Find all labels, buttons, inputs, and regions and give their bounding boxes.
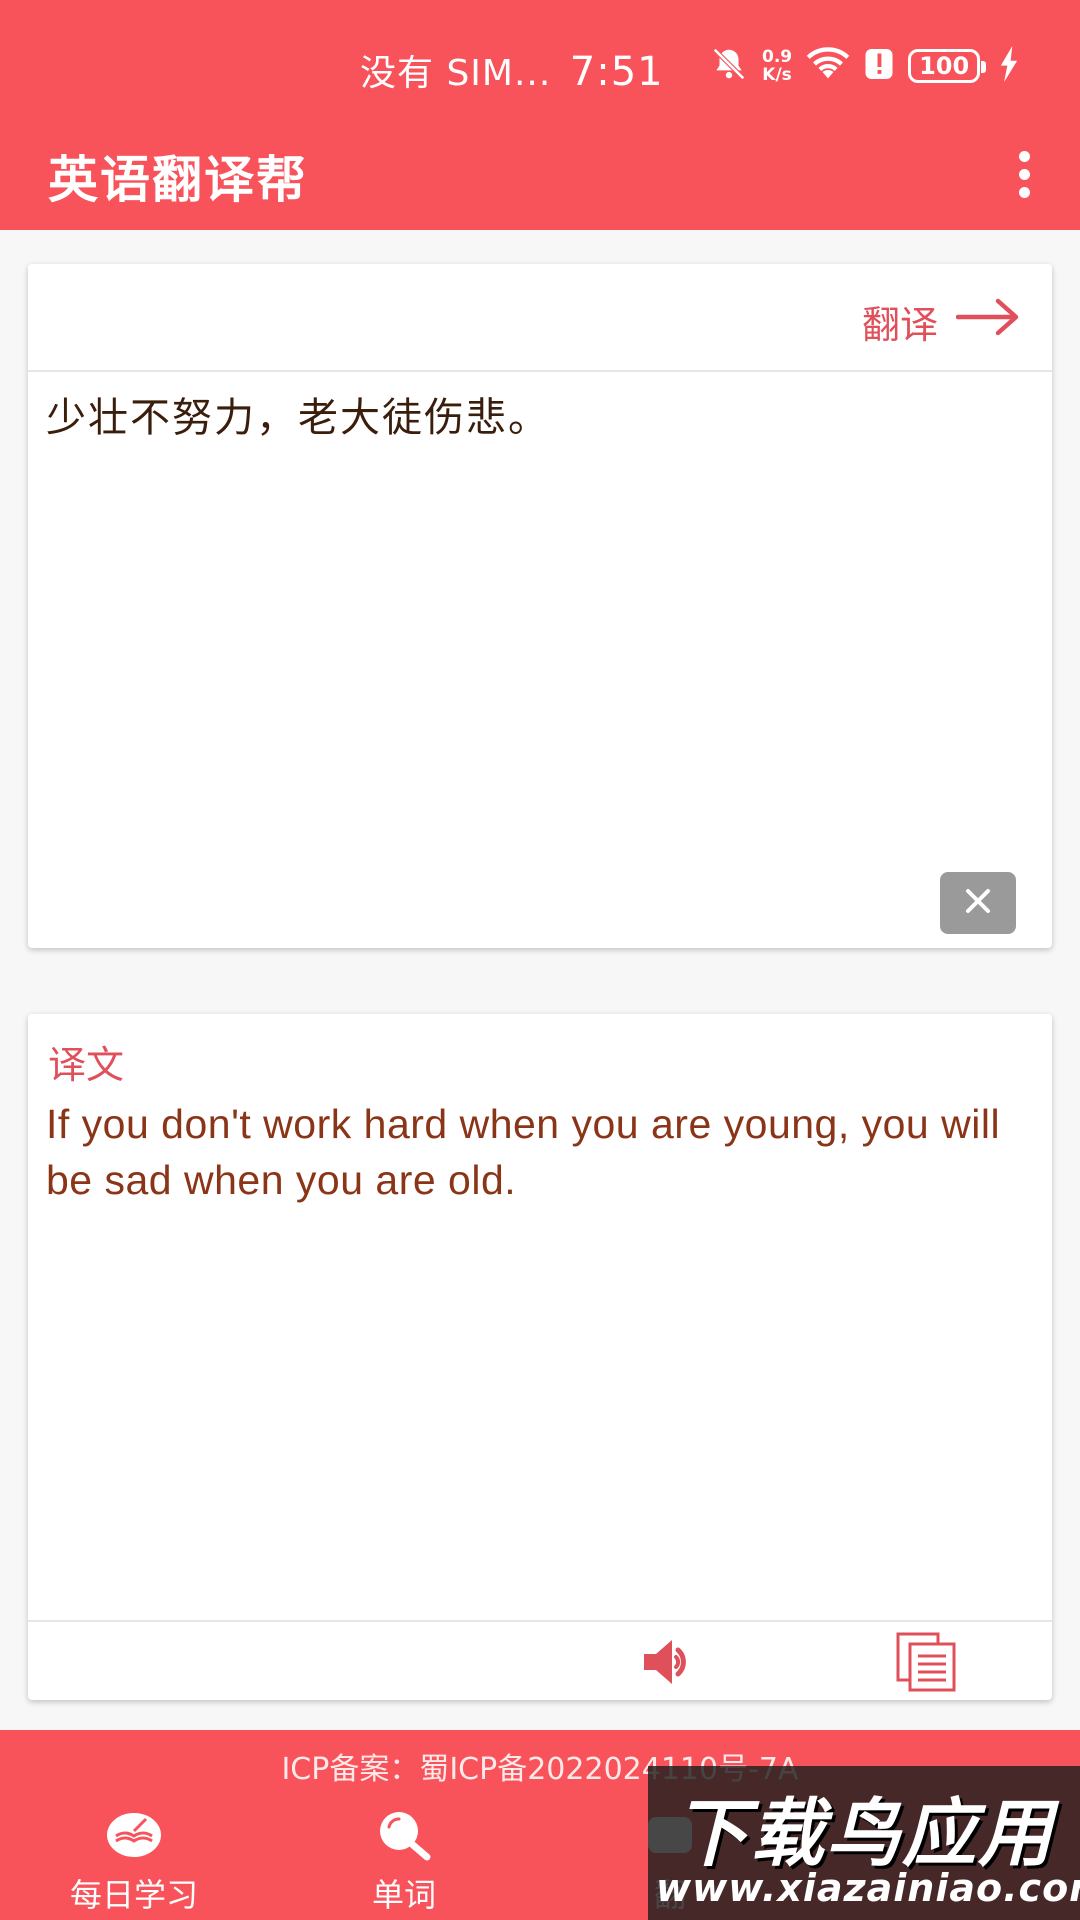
- carrier-time: 没有 SIM... 7:51: [360, 44, 664, 96]
- net-speed: 0.9 K/s: [762, 48, 792, 84]
- copy-icon[interactable]: [894, 1630, 960, 1694]
- battery-level: 100: [919, 52, 970, 80]
- net-speed-unit: K/s: [762, 65, 792, 85]
- search-icon: [294, 1808, 514, 1862]
- status-icons: 0.9 K/s 100: [710, 44, 1020, 88]
- translate-label: 翻译: [861, 303, 938, 347]
- translate-button[interactable]: 翻译: [862, 294, 1020, 349]
- output-label: 译文: [48, 1043, 125, 1087]
- output-footer: [28, 1620, 1052, 1700]
- book-icon: [24, 1808, 244, 1862]
- charging-icon: [998, 46, 1020, 86]
- nav-item-daily-study[interactable]: 每日学习: [24, 1808, 244, 1916]
- net-speed-value: 0.9: [762, 47, 793, 67]
- app-title: 英语翻译帮: [48, 151, 308, 209]
- app-bar: 英语翻译帮: [0, 130, 1080, 230]
- close-icon: [965, 888, 991, 918]
- arrow-right-icon: [955, 297, 1020, 346]
- input-card: 翻译 少壮不努力，老大徒伤悲。: [28, 264, 1052, 948]
- alert-icon: [864, 47, 894, 85]
- input-card-header: 翻译: [28, 264, 1052, 372]
- translation-text: If you don't work hard when you are youn…: [46, 1101, 1001, 1203]
- more-vert-icon[interactable]: [994, 144, 1054, 204]
- output-card: 译文 If you don't work hard when you are y…: [28, 1014, 1052, 1700]
- wifi-icon: [806, 46, 850, 86]
- watermark-title: 下载鸟应用: [674, 1791, 1054, 1877]
- bell-off-icon: [710, 45, 748, 87]
- nav-label-words: 单词: [371, 1876, 436, 1914]
- clear-button[interactable]: [940, 872, 1016, 934]
- clock: 7:51: [569, 49, 664, 95]
- speaker-icon[interactable]: [638, 1632, 698, 1692]
- source-text-input[interactable]: 少壮不努力，老大徒伤悲。: [46, 392, 1034, 444]
- watermark: 下载鸟应用 www.xiazainiao.com: [648, 1766, 1080, 1920]
- battery-icon: 100: [908, 49, 987, 83]
- nav-label-daily-study: 每日学习: [69, 1876, 198, 1914]
- nav-item-words[interactable]: 单词: [294, 1808, 514, 1916]
- status-bar: 没有 SIM... 7:51 0.9 K/s 100: [0, 0, 1080, 130]
- watermark-url: www.xiazainiao.com: [656, 1866, 1080, 1910]
- carrier-label: 没有 SIM...: [360, 53, 552, 94]
